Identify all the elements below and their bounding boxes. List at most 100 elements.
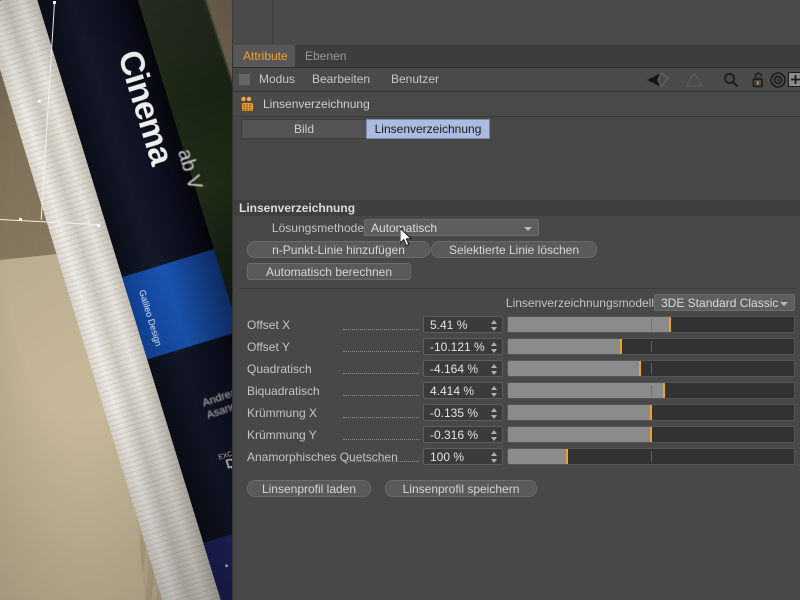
panel-tab-strip: Attribute Ebenen bbox=[233, 45, 800, 68]
parameter-value-field[interactable]: 100 % bbox=[423, 448, 503, 465]
slider-marker[interactable] bbox=[638, 361, 641, 376]
slider-center-tick bbox=[651, 363, 652, 374]
value-stepper-arrows-icon[interactable] bbox=[491, 320, 498, 331]
row-solve-method: Lösungsmethode Automatisch bbox=[233, 216, 800, 240]
slider-marker[interactable] bbox=[565, 449, 568, 464]
tab-attribute-label: Attribute bbox=[243, 49, 288, 63]
label-leader-dots bbox=[343, 438, 419, 440]
parameter-row: Biquadratisch 4.414 % bbox=[233, 380, 800, 402]
solve-method-value: Automatisch bbox=[371, 221, 438, 235]
parameter-value-field[interactable]: -10.121 % bbox=[423, 338, 503, 355]
slider-fill bbox=[508, 449, 567, 464]
slider-marker[interactable] bbox=[668, 317, 671, 332]
parameter-value-field[interactable]: 4.414 % bbox=[423, 382, 503, 399]
value-stepper-arrows-icon[interactable] bbox=[491, 430, 498, 441]
parameter-slider[interactable] bbox=[507, 316, 795, 333]
parameter-slider[interactable] bbox=[507, 404, 795, 421]
parameter-row: Anamorphisches Quetschen 100 % bbox=[233, 446, 800, 468]
auto-compute-button[interactable]: Automatisch berechnen bbox=[247, 263, 411, 280]
subtab-linsenverzeichnung[interactable]: Linsenverzeichnung bbox=[366, 119, 490, 139]
value-stepper-arrows-icon[interactable] bbox=[491, 386, 498, 397]
load-lens-profile-button[interactable]: Linsenprofil laden bbox=[247, 480, 371, 497]
value-stepper-arrows-icon[interactable] bbox=[491, 364, 498, 375]
value-stepper-arrows-icon[interactable] bbox=[491, 342, 498, 353]
value-stepper-arrows-icon[interactable] bbox=[491, 452, 498, 463]
panel-vertical-divider bbox=[272, 0, 273, 44]
distortion-model-label: Linsenverzeichnungsmodell bbox=[505, 296, 654, 310]
tab-attribute[interactable]: Attribute bbox=[233, 45, 298, 67]
parameter-label: Offset Y bbox=[247, 340, 290, 354]
numeric-parameter-rows: Offset X 5.41 % Offset Y -10.121 % Quadratis… bbox=[233, 314, 800, 468]
footage-viewport[interactable]: Cinema ab V Galileo Design Andreas Asang… bbox=[0, 0, 232, 600]
label-leader-dots bbox=[343, 328, 419, 330]
value-stepper-arrows-icon[interactable] bbox=[491, 408, 498, 419]
slider-marker[interactable] bbox=[650, 405, 652, 420]
slider-center-tick bbox=[651, 341, 652, 352]
attribute-manager-panel: Attribute Ebenen Modus Bearbeiten Benutz… bbox=[232, 45, 800, 600]
add-n-point-line-button[interactable]: n-Punkt-Linie hinzufügen bbox=[247, 241, 430, 258]
parameter-row: Krümmung X -0.135 % bbox=[233, 402, 800, 424]
parameter-row: Quadratisch -4.164 % bbox=[233, 358, 800, 380]
parameter-slider[interactable] bbox=[507, 338, 795, 355]
parameter-value-text: 4.414 % bbox=[430, 384, 475, 398]
row-distortion-model: Linsenverzeichnungsmodell 3DE Standard C… bbox=[233, 292, 800, 314]
parameter-value-field[interactable]: -0.135 % bbox=[423, 404, 503, 421]
slider-fill bbox=[508, 339, 621, 354]
parameter-value-text: -4.164 % bbox=[430, 362, 479, 376]
label-leader-dots bbox=[343, 394, 419, 396]
parameter-slider[interactable] bbox=[507, 360, 795, 377]
forward-arrow-icon[interactable] bbox=[685, 72, 703, 90]
menu-item-modus[interactable]: Modus bbox=[253, 68, 301, 91]
lens-distortion-object-icon bbox=[240, 96, 256, 112]
back-arrow-icon[interactable] bbox=[647, 72, 669, 90]
panel-left-edge bbox=[232, 0, 233, 44]
grip-dots-icon[interactable] bbox=[239, 74, 250, 85]
add-icon[interactable] bbox=[788, 72, 800, 90]
parameter-value-field[interactable]: -4.164 % bbox=[423, 360, 503, 377]
parameter-slider[interactable] bbox=[507, 382, 795, 399]
slider-marker[interactable] bbox=[662, 383, 665, 398]
chevron-down-icon bbox=[524, 227, 532, 231]
subtab-linsenverzeichnung-label: Linsenverzeichnung bbox=[374, 122, 482, 136]
slider-marker[interactable] bbox=[619, 339, 622, 354]
parameter-slider[interactable] bbox=[507, 426, 795, 443]
distortion-model-dropdown[interactable]: 3DE Standard Classic bbox=[654, 294, 795, 311]
target-icon[interactable] bbox=[770, 72, 786, 91]
parameter-value-text: -10.121 % bbox=[430, 340, 485, 354]
slider-fill bbox=[508, 427, 651, 442]
solve-method-label: Lösungsmethode bbox=[271, 221, 364, 235]
distortion-model-value: 3DE Standard Classic bbox=[661, 296, 779, 310]
delete-selected-line-button[interactable]: Selektierte Linie löschen bbox=[431, 241, 597, 258]
upper-empty-area bbox=[232, 0, 800, 46]
parameter-value-field[interactable]: 5.41 % bbox=[423, 316, 503, 333]
search-icon[interactable] bbox=[723, 72, 739, 91]
object-sub-tab-row: Bild Linsenverzeichnung bbox=[233, 117, 800, 140]
lock-icon[interactable] bbox=[752, 72, 766, 91]
parameter-value-field[interactable]: -0.316 % bbox=[423, 426, 503, 443]
subtab-bild[interactable]: Bild bbox=[241, 119, 367, 139]
parameter-label: Krümmung Y bbox=[247, 428, 317, 442]
slider-fill bbox=[508, 317, 670, 332]
panel-menu-bar: Modus Bearbeiten Benutzer bbox=[233, 68, 800, 92]
parameter-slider[interactable] bbox=[507, 448, 795, 465]
parameter-value-text: 100 % bbox=[430, 450, 465, 464]
menu-item-benutzer[interactable]: Benutzer bbox=[385, 68, 445, 91]
slider-marker[interactable] bbox=[650, 427, 652, 442]
tab-ebenen-label: Ebenen bbox=[305, 49, 347, 63]
chevron-down-icon bbox=[780, 302, 788, 306]
slider-fill bbox=[508, 405, 651, 420]
parameter-label: Offset X bbox=[247, 318, 291, 332]
viewport-vignette bbox=[0, 0, 232, 600]
subtab-bild-label: Bild bbox=[293, 122, 314, 136]
solve-method-dropdown[interactable]: Automatisch bbox=[364, 219, 539, 236]
slider-fill bbox=[508, 361, 640, 376]
slider-fill bbox=[508, 383, 664, 398]
label-leader-dots bbox=[343, 460, 419, 462]
save-lens-profile-button[interactable]: Linsenprofil speichern bbox=[385, 480, 537, 497]
group-header-lens-distortion[interactable]: Linsenverzeichnung bbox=[233, 200, 800, 216]
tab-ebenen[interactable]: Ebenen bbox=[295, 45, 357, 67]
parameter-row: Offset Y -10.121 % bbox=[233, 336, 800, 358]
menu-item-bearbeiten[interactable]: Bearbeiten bbox=[306, 68, 376, 91]
parameter-row: Krümmung Y -0.316 % bbox=[233, 424, 800, 446]
parameter-row: Offset X 5.41 % bbox=[233, 314, 800, 336]
